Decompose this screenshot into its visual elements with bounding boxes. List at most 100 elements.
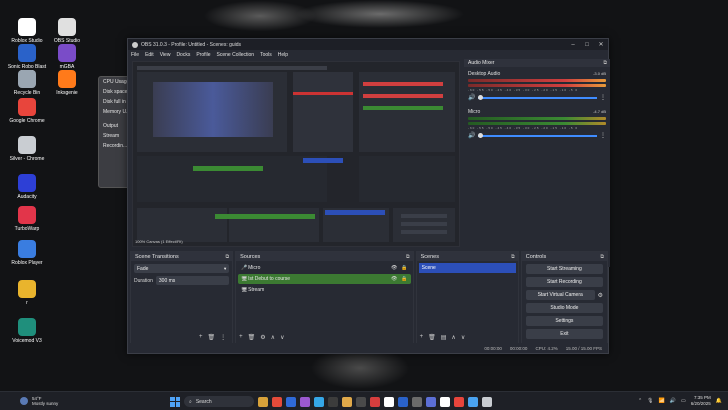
filter-icon[interactable]: ▤ (441, 334, 447, 341)
taskbar-app-icon[interactable] (398, 396, 408, 407)
volume-slider-knob[interactable] (478, 132, 484, 138)
desktop-icon[interactable]: r (6, 280, 48, 306)
desktop-icon[interactable]: Inksgenie (46, 70, 88, 96)
desktop-icon[interactable]: Audacity (6, 174, 48, 200)
move-up-icon[interactable]: ∧ (271, 334, 275, 341)
chevron-down-icon: ▼ (223, 266, 228, 271)
obs-window[interactable]: OBS 31.0.3 - Profile: Untitled - Scenes:… (127, 38, 610, 354)
taskbar-app-icon[interactable] (384, 396, 394, 407)
taskbar-app-icon[interactable] (258, 396, 268, 407)
chevron-up-icon[interactable]: ⌃ (638, 398, 642, 404)
move-down-icon[interactable]: ∨ (461, 334, 465, 341)
gear-icon[interactable]: ⚙ (598, 292, 603, 299)
start-streaming-button[interactable]: Start Streaming (525, 264, 603, 274)
stream-time: 00:00:00 (484, 345, 502, 351)
add-icon[interactable]: + (199, 334, 203, 341)
taskbar-search[interactable]: ⌕ Search (184, 396, 254, 407)
menu-docks[interactable]: Docks (176, 52, 190, 58)
dock-undock-icon[interactable]: ⧉ (226, 254, 233, 260)
taskbar-app-icon[interactable] (468, 396, 478, 407)
desktop-icon[interactable]: Recycle Bin (6, 70, 48, 96)
visibility-eye-icon[interactable]: 👁 (391, 265, 397, 271)
taskbar-app-icon[interactable] (314, 396, 324, 407)
start-recording-button[interactable]: Start Recording (525, 277, 603, 287)
lock-icon[interactable]: 🔒 (401, 276, 407, 282)
desktop-icon[interactable]: Roblox Player (6, 240, 48, 266)
desktop-icon[interactable]: OBS Studio (46, 18, 88, 44)
taskbar-app-icon[interactable] (272, 396, 282, 407)
studio-mode-button[interactable]: Studio Mode (525, 303, 603, 313)
desktop-icon[interactable]: mGBA (46, 44, 88, 70)
speaker-icon[interactable]: 🔊 (468, 132, 475, 139)
volume-slider[interactable] (478, 94, 597, 100)
menu-profile[interactable]: Profile (196, 52, 210, 58)
add-icon[interactable]: + (420, 334, 424, 341)
dock-undock-icon[interactable]: ⧉ (600, 254, 607, 260)
gear-icon[interactable]: ⚙ (260, 334, 265, 341)
desktop-icon[interactable]: Roblox Studio (6, 18, 48, 44)
obs-titlebar[interactable]: OBS 31.0.3 - Profile: Untitled - Scenes:… (128, 39, 608, 50)
microphone-icon[interactable]: 🎙 (647, 398, 653, 404)
battery-icon[interactable]: ▭ (681, 398, 686, 404)
menu-view[interactable]: View (160, 52, 171, 58)
menu-help[interactable]: Help (278, 52, 288, 58)
add-icon[interactable]: + (239, 334, 243, 341)
volume-slider-knob[interactable] (478, 94, 484, 100)
more-options-icon[interactable]: ⋮ (220, 334, 226, 341)
taskbar-app-icon[interactable] (482, 396, 492, 407)
desktop-icon[interactable]: Google Chrome (6, 98, 48, 124)
taskbar-app-icon[interactable] (412, 396, 422, 407)
menu-tools[interactable]: Tools (260, 52, 272, 58)
source-item[interactable]: 🖥 Stream (238, 285, 410, 295)
trash-icon[interactable]: 🗑 (208, 334, 216, 341)
scene-item[interactable]: Scene (418, 263, 516, 273)
more-options-icon[interactable]: ⋮ (600, 94, 606, 101)
move-up-icon[interactable]: ∧ (451, 334, 455, 341)
windows-start-icon[interactable] (170, 396, 180, 407)
taskbar-app-icon[interactable] (370, 396, 380, 407)
lock-icon[interactable]: 🔒 (401, 265, 407, 271)
start-virtual-camera-button[interactable]: Start Virtual Camera (525, 290, 595, 300)
clock[interactable]: 7:35 PM 6/20/2025 (691, 395, 711, 407)
menu-edit[interactable]: Edit (145, 52, 154, 58)
preview-canvas[interactable]: 100% Canvas (1 Effect/Fit) (132, 61, 460, 247)
desktop-icon[interactable]: TurboWarp (6, 206, 48, 232)
desktop-icon[interactable]: Silver - Chrome (6, 136, 48, 162)
taskbar-app-icon[interactable] (300, 396, 310, 407)
trash-icon[interactable]: 🗑 (248, 334, 256, 341)
exit-button[interactable]: Exit (525, 329, 603, 339)
dock-undock-icon[interactable]: ⧉ (511, 254, 518, 260)
volume-icon[interactable]: 🔊 (670, 398, 676, 404)
close-icon[interactable]: ✕ (594, 41, 608, 48)
weather-widget[interactable]: 54°F Mostly sunny (20, 396, 58, 406)
taskbar-app-icon[interactable] (342, 396, 352, 407)
minimize-icon[interactable]: – (566, 42, 580, 48)
desktop-icon[interactable]: Voicemod V3 (6, 318, 48, 344)
dock-undock-icon[interactable]: ⧉ (603, 60, 610, 66)
speaker-icon[interactable]: 🔊 (468, 94, 475, 101)
duration-input[interactable]: 300 ms (155, 276, 230, 285)
visibility-eye-icon[interactable]: 👁 (391, 276, 397, 282)
taskbar-app-icon[interactable] (328, 396, 338, 407)
volume-slider[interactable] (478, 132, 597, 138)
menu-file[interactable]: File (131, 52, 139, 58)
dock-undock-icon[interactable]: ⧉ (406, 254, 413, 260)
taskbar-app-icon[interactable] (356, 396, 366, 407)
source-item[interactable]: 🖥 Ist Debut to course 👁 🔒 (238, 274, 411, 284)
menu-scene-collection[interactable]: Scene Collection (217, 52, 255, 58)
taskbar-app-icon[interactable] (440, 396, 450, 407)
transition-select[interactable]: Fade ▼ (134, 264, 230, 273)
taskbar-app-icon[interactable] (426, 396, 436, 407)
wifi-icon[interactable]: 📶 (659, 398, 665, 404)
settings-button[interactable]: Settings (525, 316, 603, 326)
source-item[interactable]: 🎤 Micro 👁 🔒 (238, 263, 410, 273)
taskbar-app-icon[interactable] (454, 396, 464, 407)
duration-label: Duration (134, 277, 153, 284)
notification-bell-icon[interactable]: 🔔 (716, 398, 722, 404)
move-down-icon[interactable]: ∨ (280, 334, 284, 341)
taskbar-app-icon[interactable] (286, 396, 296, 407)
more-options-icon[interactable]: ⋮ (600, 132, 606, 139)
trash-icon[interactable]: 🗑 (428, 334, 436, 341)
maximize-icon[interactable]: □ (580, 42, 594, 48)
transition-select-row: Fade ▼ (134, 264, 230, 273)
